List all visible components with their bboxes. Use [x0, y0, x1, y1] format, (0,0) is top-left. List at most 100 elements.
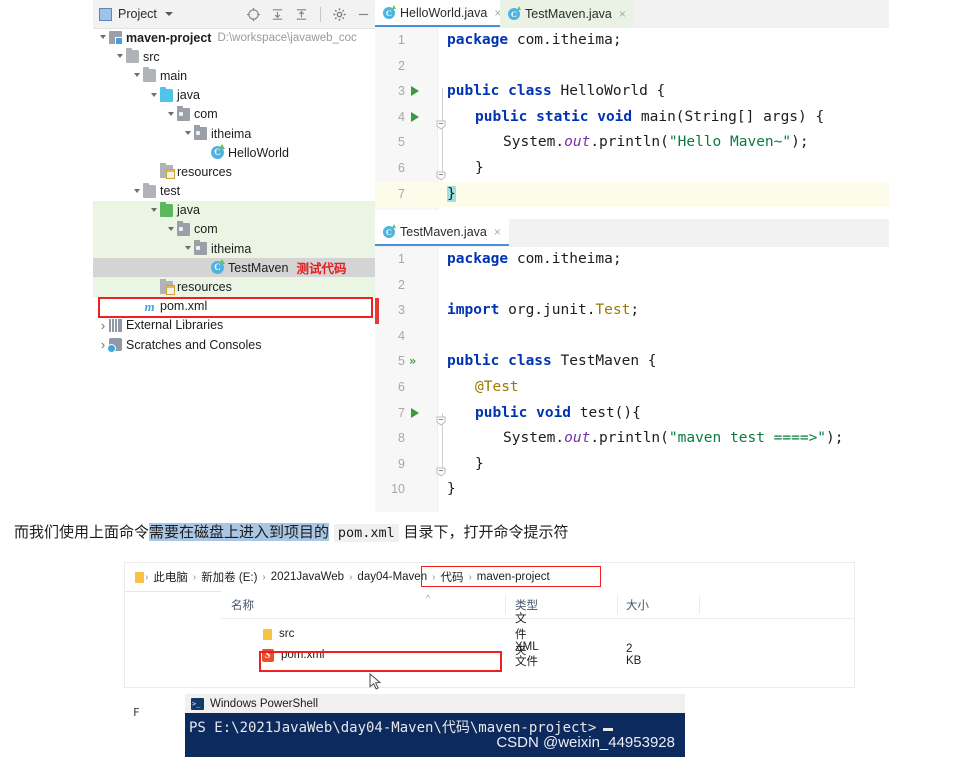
tree-item-java[interactable]: java: [93, 200, 375, 220]
powershell-console[interactable]: PS E:\2021JavaWeb\day04-Maven\代码\maven-p…: [185, 713, 685, 757]
run-all-gutter-icon[interactable]: »: [409, 355, 416, 367]
code-token: ;: [630, 302, 640, 319]
breadcrumb-sep: ›: [262, 571, 266, 583]
line-number: 4: [398, 328, 405, 343]
code-token: );: [826, 430, 844, 447]
chevron-down-icon[interactable]: [148, 206, 160, 215]
code-line: 10}: [375, 477, 889, 503]
folder-blue-icon: [160, 86, 173, 102]
editor-tab-testmaven[interactable]: C TestMaven.java ×: [375, 219, 509, 246]
powershell-icon: [191, 697, 204, 710]
code-pane-helloworld[interactable]: 1 package com.itheima; 2 3 public class Hell…: [375, 28, 889, 210]
tree-item-com[interactable]: com: [93, 105, 375, 124]
scratches-icon: [107, 338, 122, 354]
code-text: package com.itheima;: [437, 247, 622, 273]
tree-item-label: java: [177, 203, 200, 218]
editor-tab-testmaven[interactable]: C TestMaven.java ×: [500, 0, 634, 27]
column-divider[interactable]: [505, 595, 506, 614]
tree-item-com[interactable]: com: [93, 219, 375, 240]
run-gutter-icon[interactable]: [411, 111, 419, 122]
breadcrumb-item-3[interactable]: day04-Maven: [357, 571, 427, 583]
chevron-down-icon[interactable]: [131, 187, 143, 196]
stray-glyph: F: [133, 706, 140, 719]
chevron-down-icon[interactable]: [164, 12, 173, 16]
package-icon: [194, 125, 207, 141]
package-icon: [177, 105, 190, 121]
code-line: 4: [375, 324, 889, 350]
code-token: com.itheima;: [508, 251, 622, 267]
collapse-all-icon[interactable]: [294, 7, 309, 22]
tree-item-test[interactable]: test: [93, 182, 375, 201]
column-divider[interactable]: [699, 595, 700, 614]
line-number: 6: [398, 161, 405, 175]
chevron-down-icon[interactable]: [182, 244, 194, 253]
close-icon[interactable]: ×: [619, 7, 626, 21]
code-text: @Test: [437, 375, 519, 401]
tree-item-label: itheima: [211, 241, 252, 256]
code-line: 3 public class HelloWorld {: [375, 79, 889, 105]
minimize-icon[interactable]: [356, 7, 371, 22]
tree-item-resources[interactable]: resources: [93, 277, 375, 297]
chevron-right-icon[interactable]: [97, 319, 109, 332]
code-token: out: [564, 134, 591, 151]
tree-item-resources[interactable]: resources: [93, 162, 375, 181]
code-token: [] args) {: [736, 108, 825, 125]
tree-item-itheima[interactable]: itheima: [93, 239, 375, 259]
code-token: .println(: [590, 134, 669, 151]
chevron-down-icon[interactable]: [182, 129, 194, 138]
chevron-down-icon[interactable]: [148, 91, 160, 100]
annotation-tag: 测试代码: [296, 262, 347, 277]
breadcrumb-sep: ›: [192, 571, 197, 583]
gear-icon[interactable]: [332, 7, 347, 22]
project-tree[interactable]: maven-project D:\workspace\javaweb_coc src…: [93, 28, 375, 512]
tree-item-label: resources: [177, 280, 232, 295]
run-gutter-icon[interactable]: [411, 86, 419, 97]
column-divider[interactable]: [617, 595, 618, 614]
tree-item-maven-project[interactable]: maven-project D:\workspace\javaweb_coc: [93, 28, 375, 47]
close-icon[interactable]: ×: [494, 225, 501, 239]
editor-tabbar-top: C HelloWorld.java × C TestMaven.java ×: [375, 0, 889, 28]
file-row-src[interactable]: src 文件夹: [221, 613, 527, 657]
project-tool-title[interactable]: Project: [99, 7, 173, 21]
sort-caret-icon: ^: [426, 593, 431, 603]
expand-all-icon[interactable]: [270, 7, 285, 22]
line-number: 2: [398, 58, 405, 73]
chevron-down-icon[interactable]: [131, 71, 143, 80]
editor-tab-helloworld[interactable]: C HelloWorld.java ×: [375, 0, 510, 27]
caption-code: pom.xml: [333, 524, 399, 542]
column-header-name[interactable]: 名称: [231, 597, 254, 613]
chevron-down-icon[interactable]: [97, 33, 109, 42]
breadcrumb-item-1[interactable]: 新加卷 (E:): [201, 569, 257, 585]
chevron-down-icon[interactable]: [114, 52, 126, 61]
chevron-down-icon[interactable]: [165, 225, 177, 234]
line-number: 1: [398, 252, 405, 266]
tree-item-helloworld[interactable]: C HelloWorld: [93, 143, 375, 162]
tree-item-java[interactable]: java: [93, 86, 375, 105]
editor-area: C HelloWorld.java × C TestMaven.java × 1 packa…: [375, 0, 889, 512]
code-token: test(){: [579, 404, 641, 421]
code-pane-testmaven[interactable]: 1 package com.itheima; 2 3 import org.junit.…: [375, 247, 889, 512]
tree-item-scratches-and-consoles[interactable]: Scratches and Consoles: [93, 335, 375, 354]
resources-icon: [160, 163, 175, 180]
locate-icon[interactable]: [246, 7, 261, 22]
line-number: 7: [398, 186, 405, 201]
breadcrumb-item-0[interactable]: 此电脑: [153, 569, 188, 585]
tree-item-external-libraries[interactable]: External Libraries: [93, 316, 375, 335]
column-header-size[interactable]: 大小: [626, 597, 649, 613]
chevron-down-icon[interactable]: [165, 110, 177, 119]
breadcrumb-item-2[interactable]: 2021JavaWeb: [271, 571, 344, 583]
code-text: }: [437, 477, 456, 503]
line-number: 6: [398, 380, 405, 394]
code-line: 1 package com.itheima;: [375, 28, 889, 54]
tree-item-testmaven[interactable]: C TestMaven 测试代码: [93, 258, 375, 278]
run-gutter-icon[interactable]: [411, 407, 419, 418]
file-size: 2 KB: [626, 643, 642, 667]
tree-item-src[interactable]: src: [93, 47, 375, 66]
code-token: out: [564, 430, 591, 447]
code-line: 9}: [375, 452, 889, 478]
tree-item-main[interactable]: main: [93, 66, 375, 85]
caption-highlight: 需要在磁盘上进入到项目的: [149, 523, 330, 541]
code-text: }: [437, 452, 484, 478]
code-token: package: [447, 251, 509, 267]
tree-item-itheima[interactable]: itheima: [93, 124, 375, 143]
